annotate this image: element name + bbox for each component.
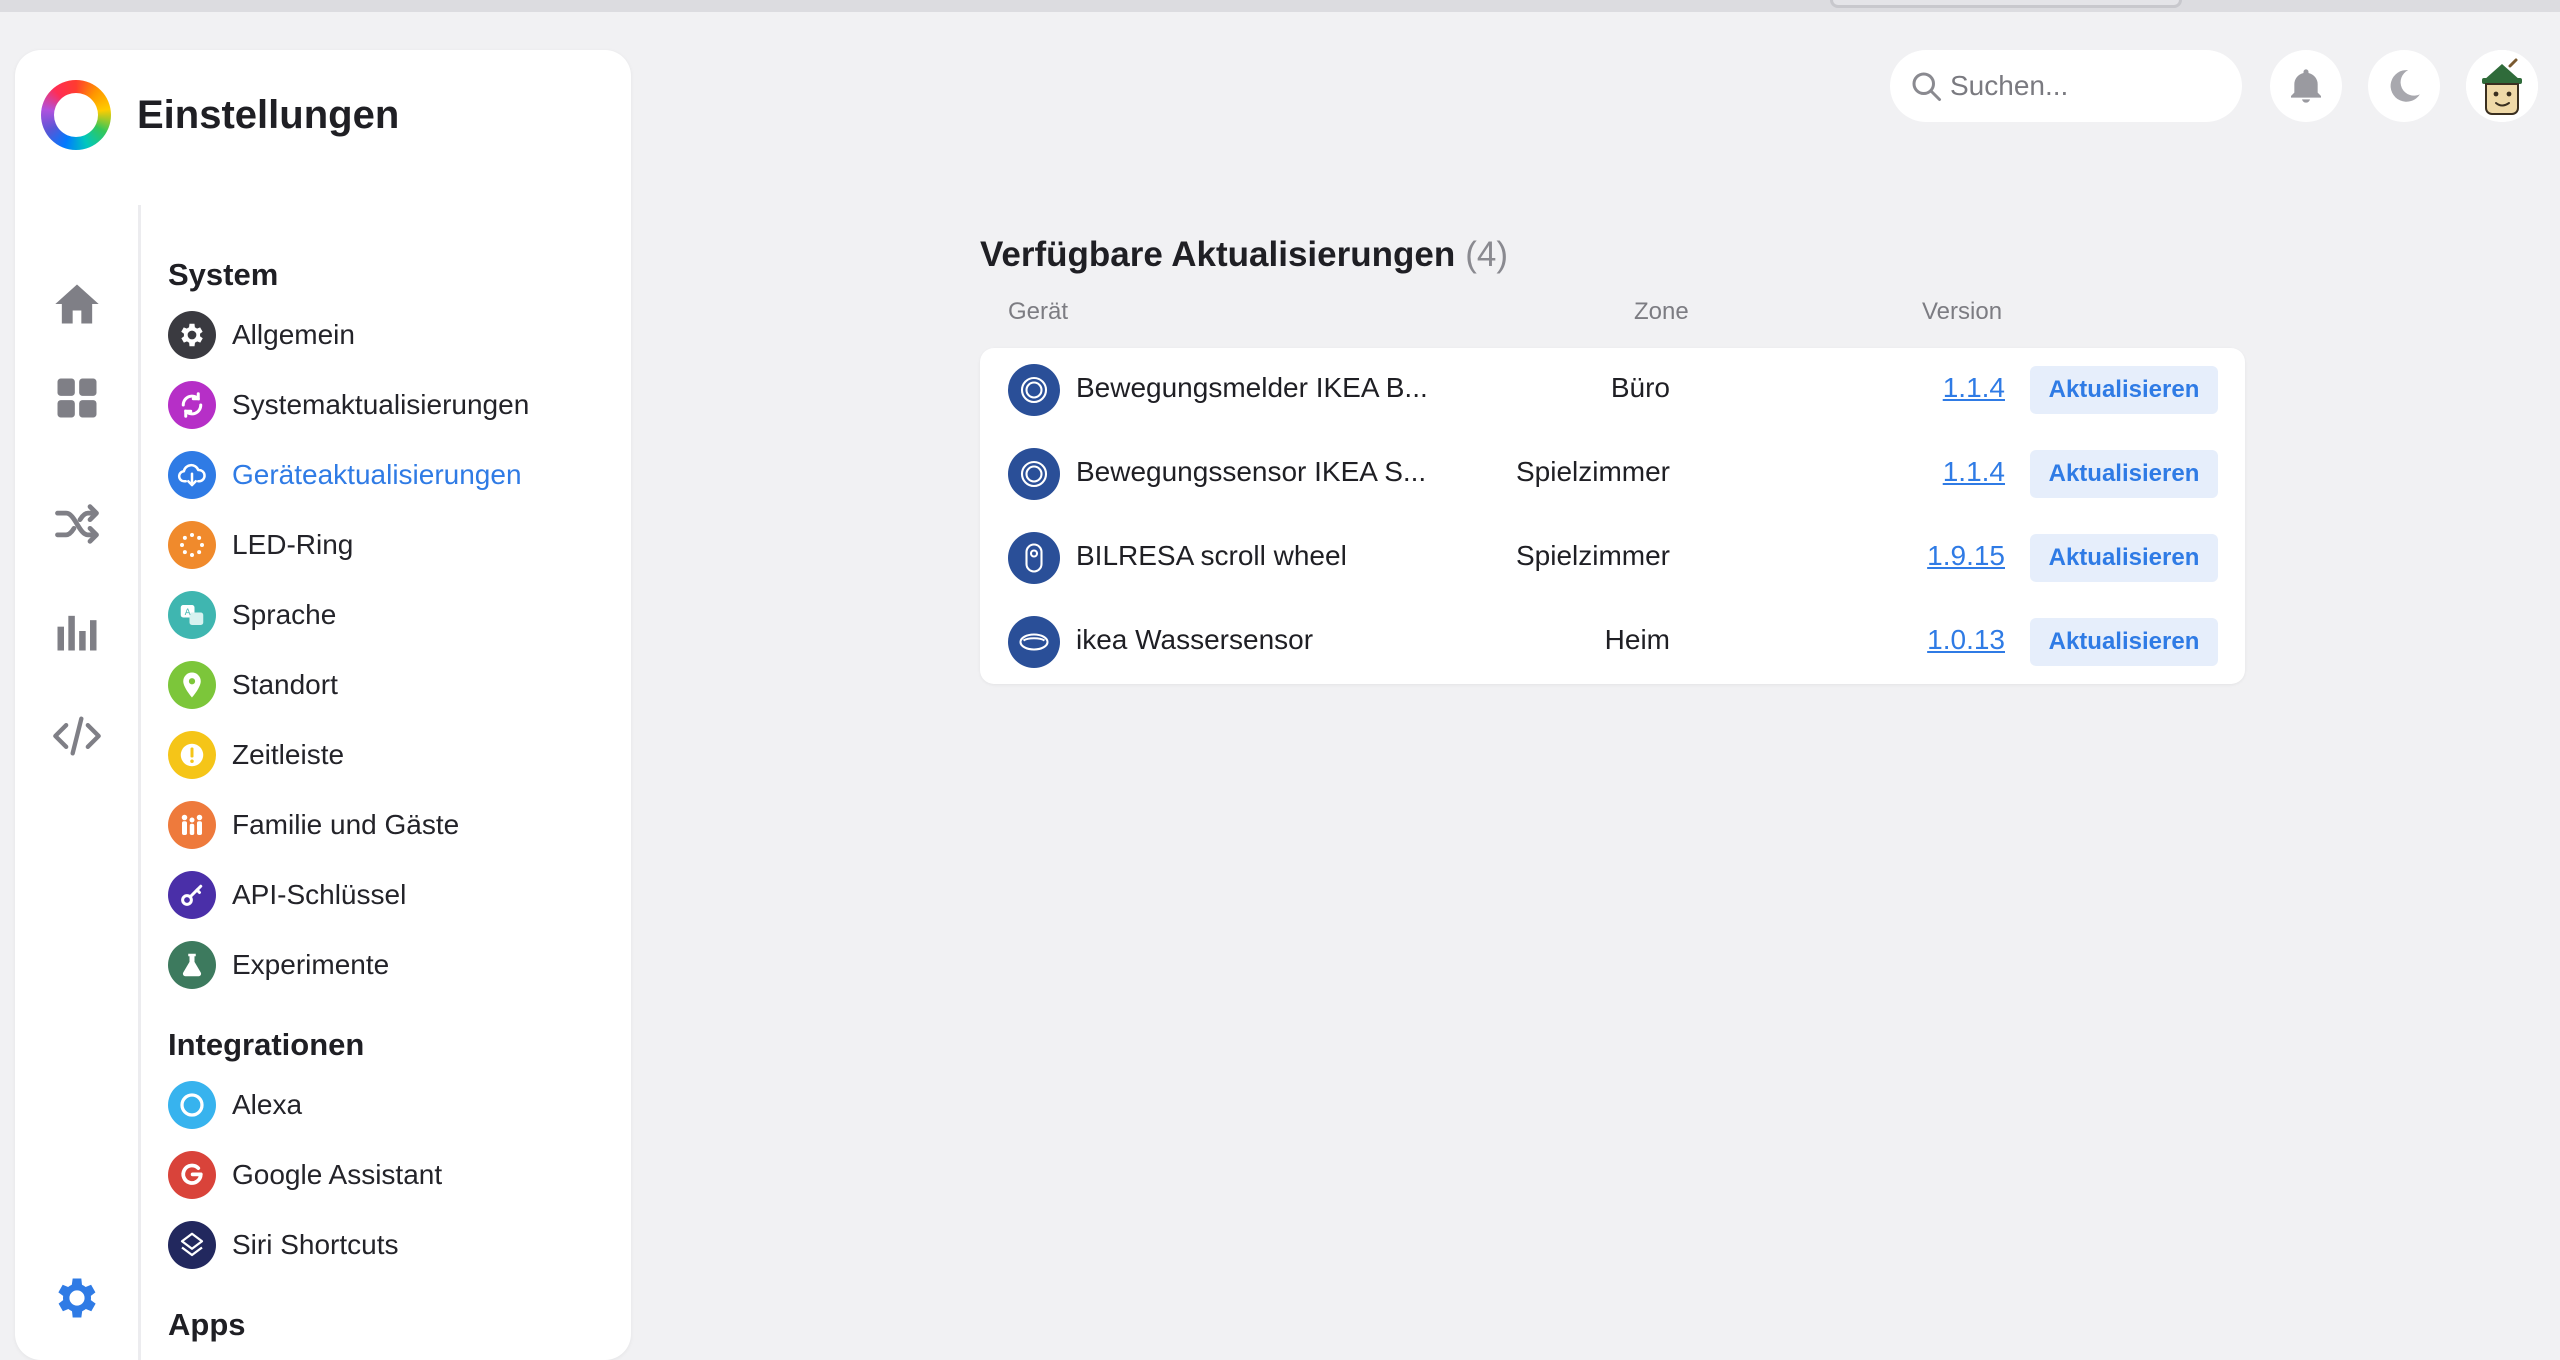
nav-item-standort[interactable]: Standort xyxy=(168,650,618,720)
section-title-integrationen: Integrationen xyxy=(168,1027,365,1062)
device-zone: Spielzimmer xyxy=(1515,456,1670,487)
search-input[interactable] xyxy=(1950,70,2230,102)
nav-item-familie-und-gaeste[interactable]: Familie und Gäste xyxy=(168,790,618,860)
chart-icon[interactable] xyxy=(49,603,105,659)
home-icon[interactable] xyxy=(49,276,105,332)
nav-label: Standort xyxy=(232,669,338,700)
nav-item-sprache[interactable]: A Sprache xyxy=(168,580,618,650)
logo-ring-icon xyxy=(41,80,111,150)
table-row: BILRESA scroll wheel Spielzimmer 1.9.15 … xyxy=(980,516,2245,600)
column-header-version: Version xyxy=(1922,298,2003,325)
device-name: Bewegungssensor IKEA S... xyxy=(1076,456,1427,487)
device-name: Bewegungsmelder IKEA B... xyxy=(1076,372,1428,403)
motion-sensor-icon xyxy=(1008,448,1060,500)
alexa-icon xyxy=(168,1081,216,1129)
browser-tab[interactable] xyxy=(1830,0,2182,8)
nav-item-google-assistant[interactable]: Google Assistant xyxy=(168,1140,618,1210)
column-header-device: Gerät xyxy=(1008,298,1069,325)
version-link[interactable]: 1.1.4 xyxy=(1943,456,2005,488)
moon-icon xyxy=(2390,70,2420,102)
dark-mode-button[interactable] xyxy=(2368,50,2440,122)
remote-icon xyxy=(1008,532,1060,584)
browser-top-strip xyxy=(0,0,2560,12)
nav-item-api-schluessel[interactable]: API-Schlüssel xyxy=(168,860,618,930)
update-button[interactable]: Aktualisieren xyxy=(2030,618,2218,666)
nav-label: Systemaktualisierungen xyxy=(232,389,530,420)
gear-icon xyxy=(168,311,216,359)
google-icon xyxy=(168,1151,216,1199)
nav-item-siri-shortcuts[interactable]: Siri Shortcuts xyxy=(168,1210,618,1280)
bell-icon xyxy=(2291,69,2321,103)
dashboard-icon[interactable] xyxy=(49,370,105,426)
motion-sensor-icon xyxy=(1008,364,1060,416)
page-title: Einstellungen xyxy=(137,92,400,137)
update-button[interactable]: Aktualisieren xyxy=(2030,534,2218,582)
alert-icon xyxy=(168,731,216,779)
family-icon xyxy=(168,801,216,849)
nav-label: API-Schlüssel xyxy=(232,879,407,910)
column-header-zone: Zone xyxy=(1634,298,1689,325)
version-link[interactable]: 1.9.15 xyxy=(1927,540,2005,572)
key-icon xyxy=(168,871,216,919)
siri-shortcuts-icon xyxy=(168,1221,216,1269)
section-title-system: System xyxy=(168,257,279,292)
device-zone: Spielzimmer xyxy=(1515,540,1670,571)
location-pin-icon xyxy=(168,661,216,709)
flask-icon xyxy=(168,941,216,989)
device-name: ikea Wassersensor xyxy=(1076,624,1314,655)
led-ring-icon xyxy=(168,521,216,569)
nav-label: Alexa xyxy=(232,1089,303,1120)
shuffle-icon[interactable] xyxy=(49,496,105,552)
table-row: Bewegungsmelder IKEA B... Büro 1.1.4 Akt… xyxy=(980,348,2245,432)
update-button[interactable]: Aktualisieren xyxy=(2030,450,2218,498)
nav-item-zeitleiste[interactable]: Zeitleiste xyxy=(168,720,618,790)
device-name: BILRESA scroll wheel xyxy=(1076,540,1347,571)
nav-label: Siri Shortcuts xyxy=(232,1229,399,1260)
nav-label: Experimente xyxy=(232,949,390,980)
nav-item-led-ring[interactable]: LED-Ring xyxy=(168,510,618,580)
brand: Einstellungen xyxy=(41,80,399,150)
nav-item-allgemein[interactable]: Allgemein xyxy=(168,300,618,370)
update-button[interactable]: Aktualisieren xyxy=(2030,366,2218,414)
nav-label: Geräteaktualisierungen xyxy=(232,459,522,490)
water-sensor-icon xyxy=(1008,616,1060,668)
settings-nav: System Allgemein Systemaktualisierungen … xyxy=(168,250,618,1350)
nav-item-experimente[interactable]: Experimente xyxy=(168,930,618,1000)
svg-text:A: A xyxy=(185,608,191,618)
nav-label: LED-Ring xyxy=(232,529,354,560)
settings-sidebar: Einstellungen System Allgemein Systemakt… xyxy=(15,50,631,1360)
search-bar[interactable] xyxy=(1890,50,2242,122)
nav-label: Allgemein xyxy=(232,319,355,350)
search-icon xyxy=(1912,72,1941,101)
table-row: ikea Wassersensor Heim 1.0.13 Aktualisie… xyxy=(980,600,2245,684)
avatar[interactable] xyxy=(2466,50,2538,122)
nav-label: Google Assistant xyxy=(232,1159,443,1190)
notifications-button[interactable] xyxy=(2270,50,2342,122)
nav-item-geraeteaktualisierungen[interactable]: Geräteaktualisierungen xyxy=(168,440,618,510)
language-icon: A xyxy=(168,591,216,639)
available-updates: Verfügbare Aktualisierungen (4) Gerät Zon… xyxy=(980,230,2245,684)
updates-count: (4) xyxy=(1465,235,1508,274)
section-title-apps: Apps xyxy=(168,1307,246,1342)
updates-title: Verfügbare Aktualisierungen xyxy=(980,235,1456,274)
nav-item-systemaktualisierungen[interactable]: Systemaktualisierungen xyxy=(168,370,618,440)
code-icon[interactable] xyxy=(49,708,105,764)
version-link[interactable]: 1.0.13 xyxy=(1927,624,2005,656)
nav-label: Zeitleiste xyxy=(232,739,345,770)
device-zone: Heim xyxy=(1604,624,1670,655)
nav-label: Sprache xyxy=(232,599,337,630)
table-header: Gerät Zone Version xyxy=(980,280,2245,340)
updates-table: Bewegungsmelder IKEA B... Büro 1.1.4 Akt… xyxy=(980,348,2245,684)
nav-label: Familie und Gäste xyxy=(232,809,460,840)
version-link[interactable]: 1.1.4 xyxy=(1943,372,2005,404)
device-zone: Büro xyxy=(1610,372,1670,403)
refresh-icon xyxy=(168,381,216,429)
table-row: Bewegungssensor IKEA S... Spielzimmer 1.… xyxy=(980,432,2245,516)
settings-gear-icon[interactable] xyxy=(49,1270,105,1326)
cloud-download-icon xyxy=(168,451,216,499)
nav-item-alexa[interactable]: Alexa xyxy=(168,1070,618,1140)
updates-heading: Verfügbare Aktualisierungen (4) xyxy=(980,230,2245,280)
rail-divider xyxy=(138,205,141,1360)
